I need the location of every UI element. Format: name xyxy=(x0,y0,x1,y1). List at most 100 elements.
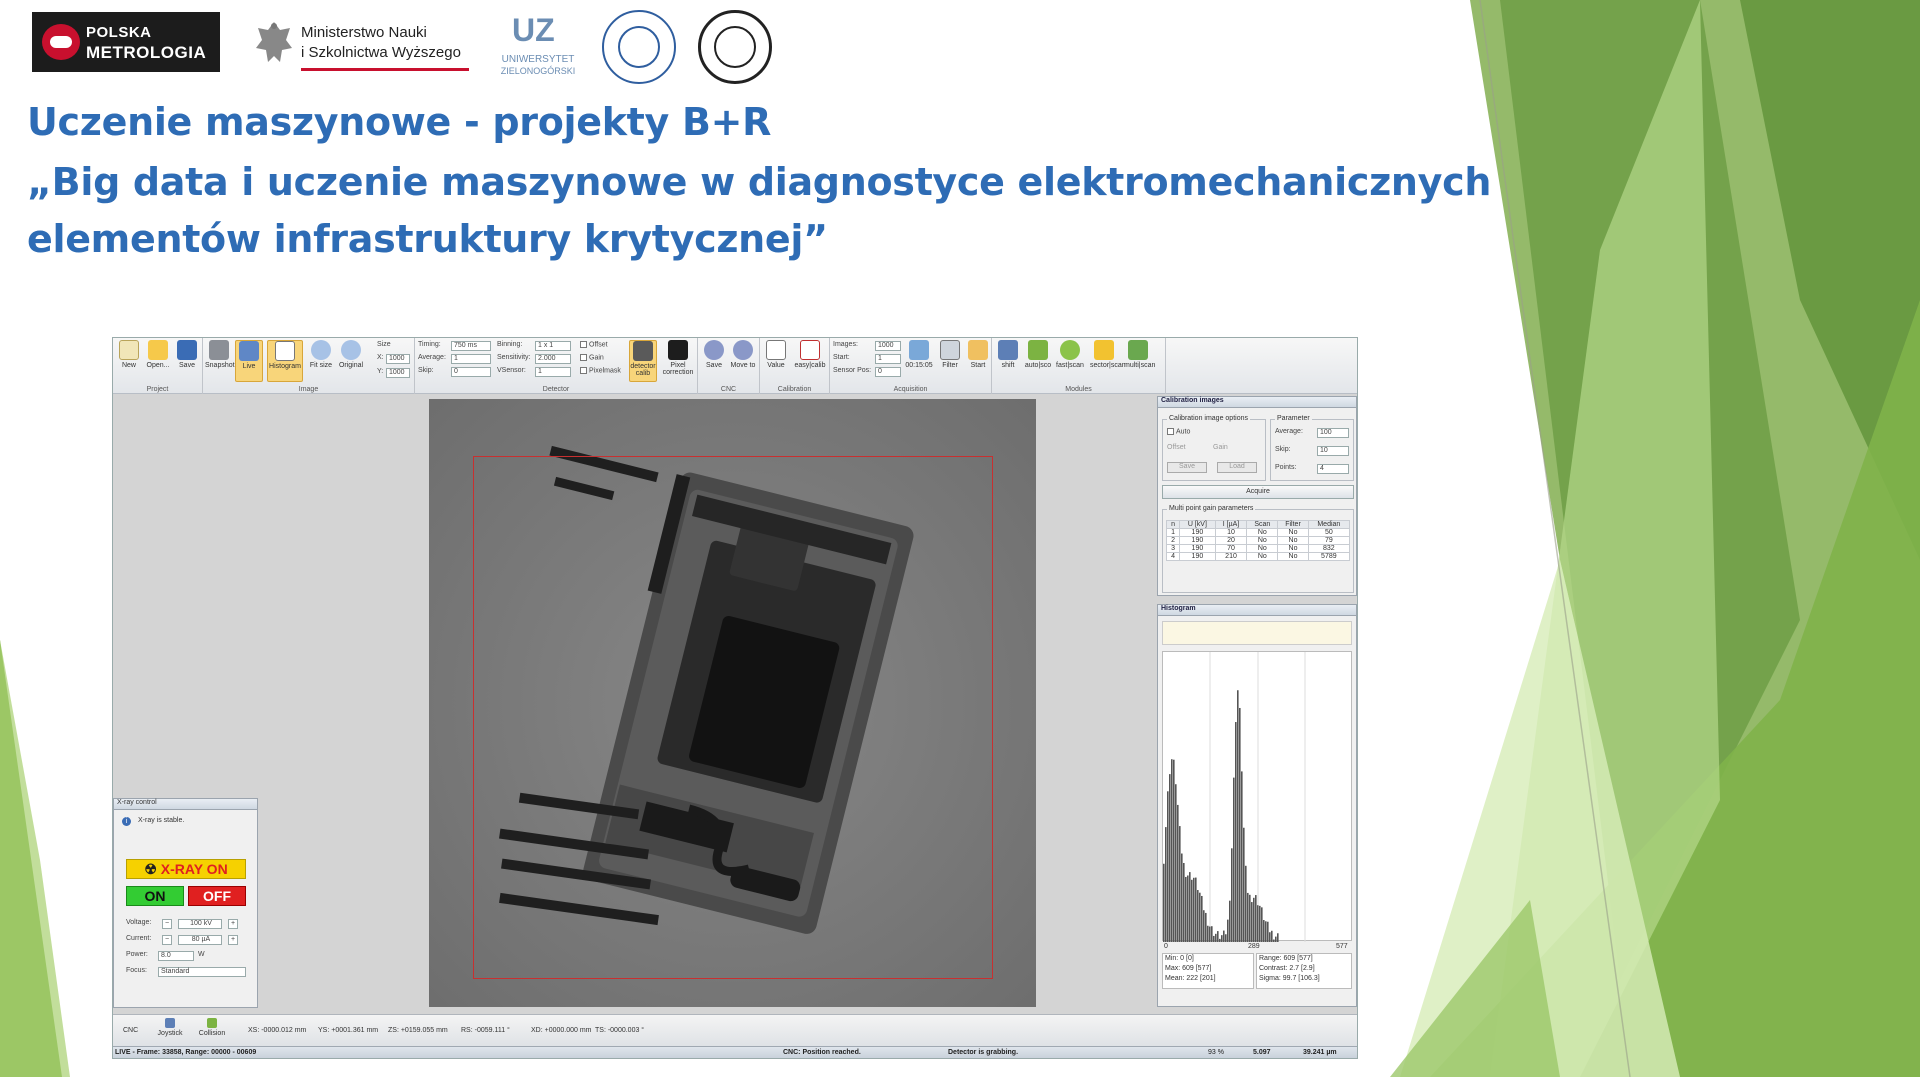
table-row[interactable]: 3 190 70 No No 832 xyxy=(1165,544,1351,553)
group-label: Image xyxy=(298,386,319,393)
slide-title: Uczenie maszynowe - projekty B+R xyxy=(27,100,772,144)
voltage-increase-button[interactable]: + xyxy=(228,919,238,929)
calib-points-select[interactable]: 4 xyxy=(1317,464,1349,474)
voltage-input[interactable]: 100 kV xyxy=(178,919,222,929)
start-button[interactable]: Start xyxy=(964,340,992,382)
average-input[interactable]: 1 xyxy=(451,354,491,364)
logo-text: UNIWERSYTET xyxy=(501,54,575,65)
stat-range: Range: 609 [577] xyxy=(1259,955,1313,962)
ribbon-group-modules: shift auto|sco fast|scan sector|scan mul… xyxy=(992,338,1166,394)
table-body: 1 190 10 No No 50 2 190 20 No No 79 3 190 70 No No 832 4 19… xyxy=(1165,528,1351,561)
sectorscan-button[interactable]: sector|scan xyxy=(1090,340,1126,382)
autosco-button[interactable]: auto|sco xyxy=(1024,340,1052,382)
gain-radio[interactable]: Gain xyxy=(1213,444,1228,455)
gain-checkbox[interactable]: Gain xyxy=(580,354,604,365)
calib-save-button[interactable]: Save xyxy=(1167,462,1207,473)
cnc-menu-button[interactable]: CNC xyxy=(123,1027,138,1034)
histogram-bar xyxy=(1267,921,1269,942)
snapshot-button[interactable]: Snapshot xyxy=(205,340,235,382)
histogram-bar xyxy=(1181,853,1183,942)
histogram-bar xyxy=(1253,897,1255,942)
multiscan-button[interactable]: multi|scan xyxy=(1124,340,1155,382)
gear-icon xyxy=(704,340,724,360)
group-label: CNC xyxy=(720,386,737,393)
value-button[interactable]: Value xyxy=(762,340,790,382)
binning-select[interactable]: 1 x 1 xyxy=(535,341,571,351)
move-to-button[interactable]: Move to xyxy=(729,340,757,382)
original-button[interactable]: Original xyxy=(337,340,365,382)
size-x-input[interactable]: 1000 xyxy=(386,354,410,364)
pixel-correction-button[interactable]: Pixel correction xyxy=(662,340,694,382)
histogram-bar xyxy=(1163,863,1165,942)
skip-input[interactable]: 0 xyxy=(451,367,491,377)
calib-average-select[interactable]: 100 xyxy=(1317,428,1349,438)
histogram-window-slider[interactable] xyxy=(1162,621,1352,645)
images-input[interactable]: 1000 xyxy=(875,341,901,351)
fastscan-button[interactable]: fast|scan xyxy=(1056,340,1084,382)
voltage-decrease-button[interactable]: − xyxy=(162,919,172,929)
table-row[interactable]: 2 190 20 No No 79 xyxy=(1165,536,1351,545)
xray-image-viewer[interactable] xyxy=(429,399,1036,1007)
calib-skip-select[interactable]: 10 xyxy=(1317,446,1349,456)
panel-title: Histogram xyxy=(1158,605,1356,616)
histogram-bar xyxy=(1255,895,1257,942)
new-button[interactable]: New xyxy=(115,340,143,382)
sensitivity-select[interactable]: 2.000 xyxy=(535,354,571,364)
timing-select[interactable]: 750 ms xyxy=(451,341,491,351)
voltage-field: Voltage: − 100 kV + xyxy=(126,919,256,930)
fit-size-button[interactable]: Fit size xyxy=(307,340,335,382)
offset-checkbox[interactable]: Offset xyxy=(580,341,608,352)
uz-logo: UZ UNIWERSYTET ZIELONOGÓRSKI xyxy=(498,10,578,80)
folder-icon xyxy=(148,340,168,360)
histogram-bar xyxy=(1165,827,1167,942)
ribbon-group-image: Snapshot Live Histogram Fit size Origina… xyxy=(203,338,415,394)
calib-load-button[interactable]: Load xyxy=(1217,462,1257,473)
cnc-save-button[interactable]: Save xyxy=(700,340,728,382)
sensitivity-field: Sensitivity: 2.000 xyxy=(497,354,577,365)
shift-button[interactable]: shift xyxy=(994,340,1022,382)
sensor-pos-input[interactable]: 0 xyxy=(875,367,901,377)
xray-on-button[interactable]: ON xyxy=(126,886,184,906)
camera-icon xyxy=(209,340,229,360)
start-input[interactable]: 1 xyxy=(875,354,901,364)
cnc-status: CNC: Position reached. xyxy=(783,1049,861,1056)
xray-off-button[interactable]: OFF xyxy=(188,886,246,906)
offset-radio[interactable]: Offset xyxy=(1167,444,1186,455)
save-button[interactable]: Save xyxy=(173,340,201,382)
acquire-button[interactable]: Acquire xyxy=(1162,485,1354,499)
current-increase-button[interactable]: + xyxy=(228,935,238,945)
filter-button[interactable]: Filter xyxy=(936,340,964,382)
table-cell: No xyxy=(1277,544,1309,553)
histogram-button[interactable]: Histogram xyxy=(267,340,303,382)
collision-button[interactable]: Collision xyxy=(197,1018,227,1037)
auto-checkbox[interactable]: Auto xyxy=(1167,428,1190,439)
live-button[interactable]: Live xyxy=(235,340,263,382)
detector-calib-button[interactable]: detector calib xyxy=(629,340,657,382)
table-cell: 3 xyxy=(1165,544,1181,553)
calib-average-field: Average: 100 xyxy=(1275,428,1351,439)
focus-select[interactable]: Standard xyxy=(158,967,246,977)
current-decrease-button[interactable]: − xyxy=(162,935,172,945)
histogram-bar xyxy=(1179,826,1181,942)
histogram-stats-left: Min: 0 [0] Max: 609 [577] Mean: 222 [201… xyxy=(1162,953,1254,989)
table-cell: 4 xyxy=(1165,552,1181,561)
size-y-input[interactable]: 1000 xyxy=(386,368,410,378)
easy-calib-button[interactable]: easy|calib xyxy=(793,340,827,382)
joystick-button[interactable]: Joystick xyxy=(155,1018,185,1037)
open-button[interactable]: Open... xyxy=(144,340,172,382)
table-row[interactable]: 1 190 10 No No 50 xyxy=(1165,528,1351,537)
ministry-logo: Ministerstwo Nauki i Szkolnictwa Wyższeg… xyxy=(254,16,469,74)
roi-rectangle[interactable] xyxy=(473,456,993,979)
collision-icon xyxy=(207,1018,217,1028)
table-row[interactable]: 4 190 210 No No 5789 xyxy=(1165,552,1351,561)
histogram-bar xyxy=(1265,921,1267,942)
vsensor-select[interactable]: 1 xyxy=(535,367,571,377)
table-cell: No xyxy=(1246,544,1279,553)
detector-icon xyxy=(633,341,653,361)
pixelmask-checkbox[interactable]: Pixelmask xyxy=(580,367,621,378)
info-icon: i xyxy=(122,817,131,826)
logo-underline xyxy=(301,68,469,71)
stat-sigma: Sigma: 99.7 [106.3] xyxy=(1259,975,1320,982)
histogram-bar xyxy=(1235,722,1237,942)
current-input[interactable]: 80 µA xyxy=(178,935,222,945)
